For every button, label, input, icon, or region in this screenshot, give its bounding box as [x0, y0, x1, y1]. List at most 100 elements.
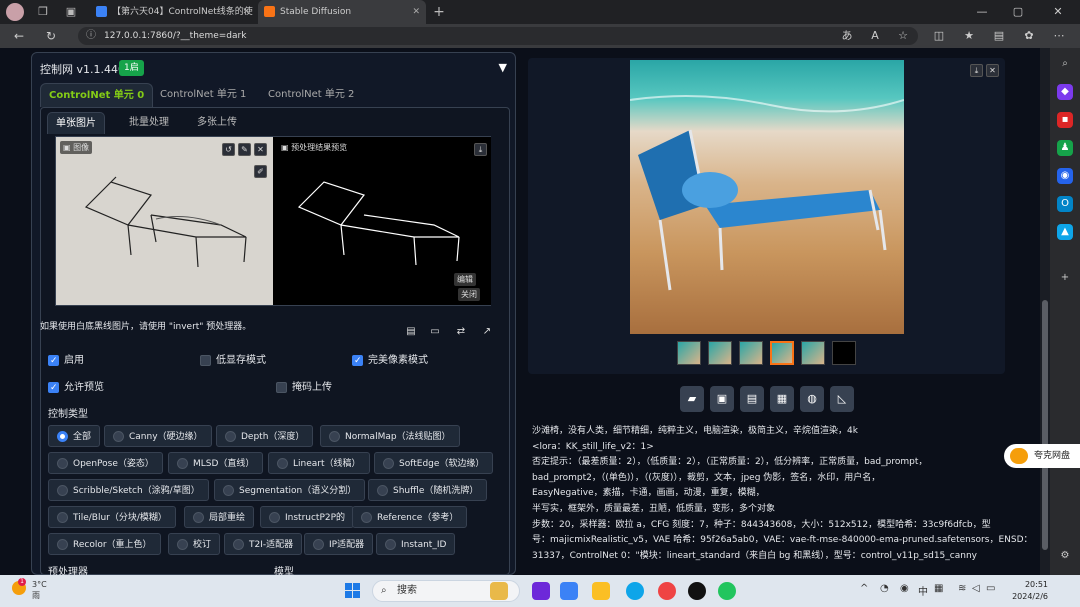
control-type-all[interactable]: 全部: [48, 425, 101, 447]
copilot-app-icon[interactable]: [532, 582, 550, 600]
control-type-inpaint[interactable]: 局部重绘: [184, 506, 255, 528]
tab-unit-2[interactable]: ControlNet 单元 2: [260, 83, 362, 107]
control-type-tile-blur[interactable]: Tile/Blur（分块/模糊）: [48, 506, 176, 528]
favorite-star-icon[interactable]: ☆: [894, 27, 912, 45]
thumbnail-selected[interactable]: [770, 341, 794, 365]
close-output-icon[interactable]: ✕: [986, 64, 999, 77]
extensions-icon[interactable]: ✿: [1020, 27, 1038, 45]
photos-icon[interactable]: [560, 582, 578, 600]
tab-batch[interactable]: 批量处理: [121, 112, 177, 134]
control-type-t2i-adapter[interactable]: T2I-适配器: [224, 533, 303, 555]
open-folder-icon[interactable]: ▰: [680, 386, 704, 412]
new-canvas-icon[interactable]: ▤: [404, 325, 418, 339]
thumbnail[interactable]: [677, 341, 701, 365]
allow-preview-checkbox[interactable]: 允许预览: [48, 381, 104, 395]
pixel-perfect-checkbox[interactable]: 完美像素模式: [352, 354, 428, 368]
collections-icon[interactable]: ▤: [990, 27, 1008, 45]
tray-app-icon[interactable]: ◉: [900, 583, 909, 594]
tab-actions-icon[interactable]: ▣: [62, 3, 80, 21]
system-clock[interactable]: 20:51 2024/2/6: [1004, 579, 1048, 603]
qq-icon[interactable]: [688, 582, 706, 600]
favorites-icon[interactable]: ★: [960, 27, 978, 45]
profile-avatar-icon[interactable]: [6, 3, 24, 21]
page-scrollbar[interactable]: [1040, 48, 1050, 575]
task-view-icon[interactable]: [592, 582, 610, 600]
settings-icon[interactable]: ⚙: [1057, 548, 1073, 564]
thumbnail-lineart[interactable]: [832, 341, 856, 365]
new-tab-button[interactable]: +: [430, 3, 448, 21]
outlook-icon[interactable]: O: [1057, 196, 1073, 212]
translate-icon[interactable]: あ: [838, 27, 856, 45]
download-output-icon[interactable]: ⤓: [970, 64, 983, 77]
tray-app-icon[interactable]: ◔: [880, 583, 889, 594]
swap-icon[interactable]: ⇄: [454, 325, 468, 339]
file-explorer-icon[interactable]: [490, 582, 508, 600]
scrollbar-thumb[interactable]: [1042, 300, 1048, 550]
tab-multi-upload[interactable]: 多张上传: [189, 112, 245, 134]
control-type-normalmap[interactable]: NormalMap（法线贴图）: [320, 425, 460, 447]
low-vram-checkbox[interactable]: 低显存模式: [200, 354, 266, 368]
control-type-depth[interactable]: Depth（深度）: [216, 425, 314, 447]
collapse-icon[interactable]: ▼: [499, 61, 507, 74]
minimize-button[interactable]: —: [964, 0, 1000, 24]
wifi-icon[interactable]: ≋: [958, 583, 966, 594]
thumbnail[interactable]: [739, 341, 763, 365]
tray-overflow-icon[interactable]: ^: [860, 583, 868, 594]
control-type-segmentation[interactable]: Segmentation（语义分割）: [214, 479, 366, 501]
close-preview-button[interactable]: 关闭: [458, 288, 480, 301]
control-type-softedge[interactable]: SoftEdge（软边缘）: [374, 452, 494, 474]
control-type-canny[interactable]: Canny（硬边缘）: [104, 425, 212, 447]
control-type-shuffle[interactable]: Shuffle（随机洗牌）: [368, 479, 488, 501]
tab-unit-0[interactable]: ControlNet 单元 0: [40, 83, 154, 107]
back-icon[interactable]: ←: [10, 27, 28, 45]
search-icon[interactable]: ⌕: [1057, 56, 1073, 72]
control-type-lineart[interactable]: Lineart（线稿）: [268, 452, 370, 474]
save-icon[interactable]: ▣: [710, 386, 734, 412]
control-type-revision[interactable]: 校订: [168, 533, 221, 555]
games-icon[interactable]: ♟: [1057, 140, 1073, 156]
ime-indicator[interactable]: 中: [918, 583, 928, 598]
tab-stable-diffusion[interactable]: Stable Diffusion ✕: [258, 0, 426, 24]
control-type-reference[interactable]: Reference（参考）: [352, 506, 468, 528]
window-close-button[interactable]: ✕: [1040, 0, 1076, 24]
enable-checkbox[interactable]: 启用: [48, 354, 84, 368]
webcam-icon[interactable]: ▭: [428, 325, 442, 339]
wechat-icon[interactable]: [718, 582, 736, 600]
workspaces-icon[interactable]: ❒: [34, 3, 52, 21]
control-type-instructp2p[interactable]: InstructP2P的: [260, 506, 355, 528]
send-to-extras-icon[interactable]: ◍: [800, 386, 824, 412]
mask-upload-checkbox[interactable]: 掩码上传: [276, 381, 332, 395]
start-button[interactable]: [345, 583, 361, 599]
control-type-openpose[interactable]: OpenPose（姿态）: [48, 452, 163, 474]
edit-pen-icon[interactable]: ✐: [254, 165, 267, 178]
download-icon[interactable]: ⤓: [474, 143, 487, 156]
control-type-mlsd[interactable]: MLSD（直线）: [168, 452, 264, 474]
control-type-instant-id[interactable]: Instant_ID: [376, 533, 456, 555]
close-tab-icon[interactable]: ✕: [242, 0, 250, 24]
control-type-ip-adapter[interactable]: IP适配器: [304, 533, 374, 555]
send-dimensions-icon[interactable]: ↗: [480, 325, 494, 339]
more-menu-icon[interactable]: ⋯: [1050, 27, 1068, 45]
input-sketch-canvas[interactable]: ▣ 图像 ↺ ✎ ✕ ✐: [56, 137, 273, 305]
clear-icon[interactable]: ✕: [254, 143, 267, 156]
battery-icon[interactable]: ▭: [986, 583, 995, 594]
thumbnail[interactable]: [801, 341, 825, 365]
rotate-icon[interactable]: ↺: [222, 143, 235, 156]
url-field[interactable]: ⓘ 127.0.0.1:7860/?__theme=dark: [78, 27, 918, 45]
read-aloud-icon[interactable]: A: [866, 27, 884, 45]
send-to-inpaint-icon[interactable]: ▦: [770, 386, 794, 412]
tools-icon[interactable]: ▪: [1057, 112, 1073, 128]
thumbnail[interactable]: [708, 341, 732, 365]
tab-single-image[interactable]: 单张图片: [47, 112, 105, 134]
add-sidebar-icon[interactable]: +: [1057, 270, 1073, 286]
ruler-icon[interactable]: ◺: [830, 386, 854, 412]
tray-app-icon[interactable]: ▦: [934, 583, 943, 594]
control-type-recolor[interactable]: Recolor（重上色）: [48, 533, 161, 555]
quark-drive-widget[interactable]: 夸克网盘: [1004, 444, 1080, 468]
maximize-button[interactable]: ▢: [1000, 0, 1036, 24]
volume-icon[interactable]: ◁: [972, 583, 980, 594]
close-tab-icon[interactable]: ✕: [412, 0, 420, 24]
tab-unit-1[interactable]: ControlNet 单元 1: [152, 83, 254, 107]
drop-icon[interactable]: ▲: [1057, 224, 1073, 240]
edit-button[interactable]: 编辑: [454, 273, 476, 286]
